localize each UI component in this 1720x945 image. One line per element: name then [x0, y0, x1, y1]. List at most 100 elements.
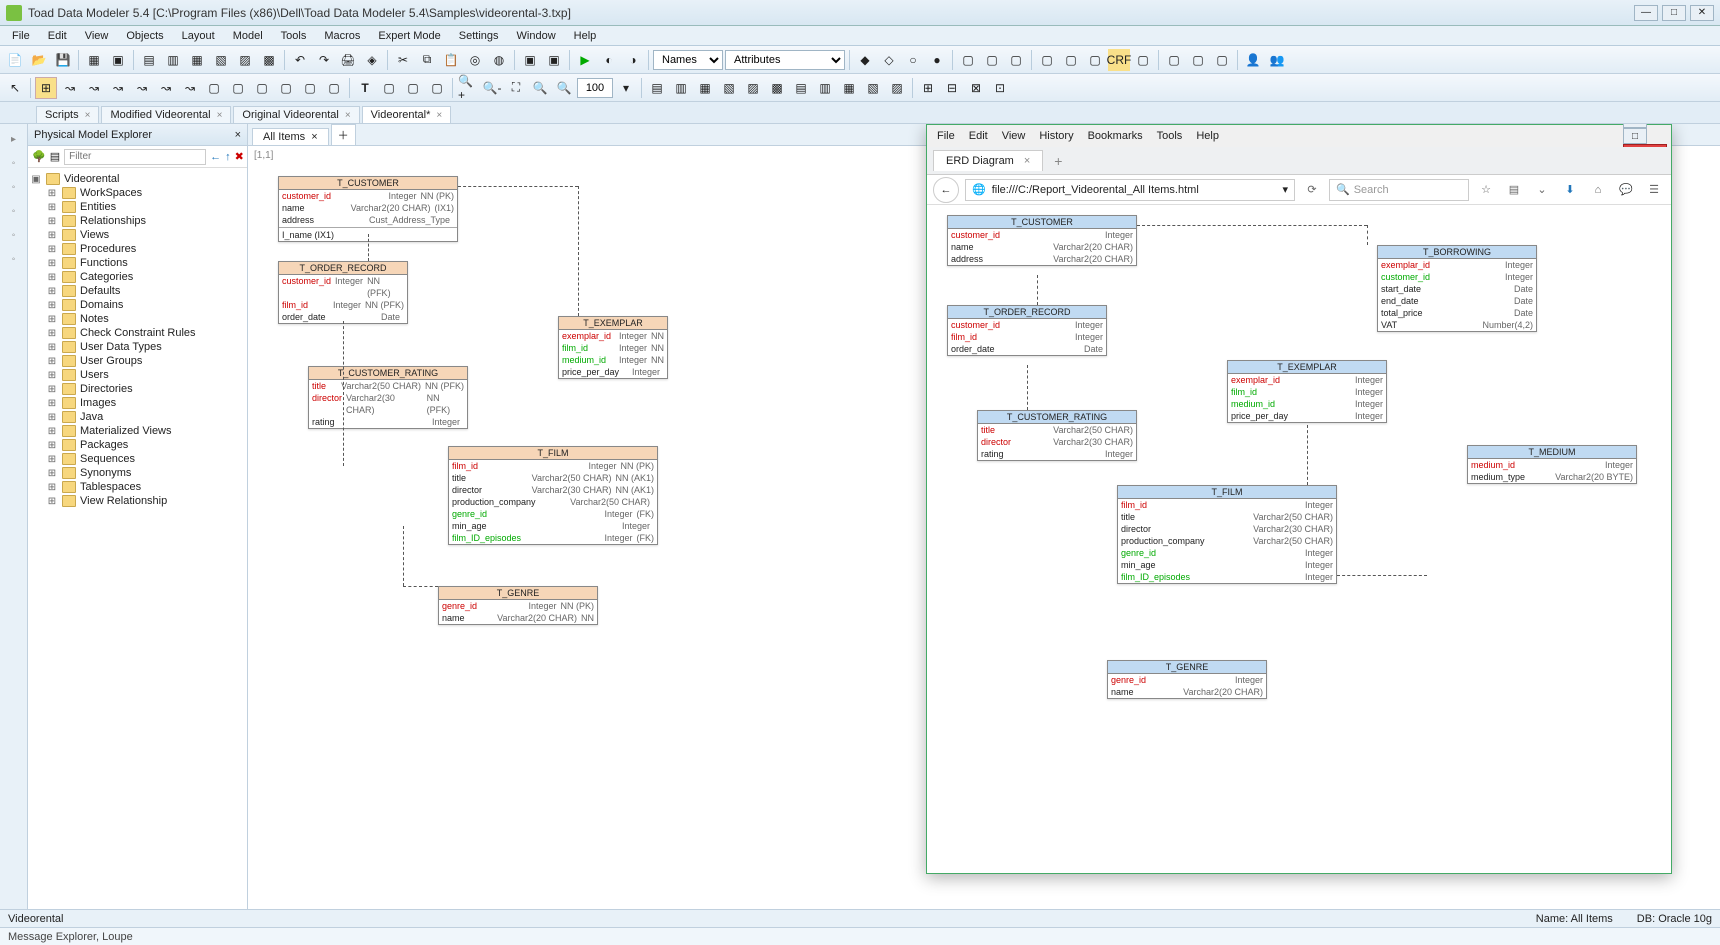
tool-icon[interactable]: ▤ — [138, 49, 160, 71]
tool-icon[interactable]: ↝ — [131, 77, 153, 99]
tool-icon[interactable]: ▢ — [1060, 49, 1082, 71]
entity-T_GENRE[interactable]: T_GENREgenre_idIntegerNN (PK)nameVarchar… — [438, 586, 598, 625]
gutter-icon[interactable]: ◦ — [5, 202, 23, 220]
browser-menu-item[interactable]: View — [996, 128, 1032, 144]
home-icon[interactable]: ⌂ — [1587, 179, 1609, 201]
tool-icon[interactable]: ↝ — [59, 77, 81, 99]
tool-icon[interactable]: ▩ — [258, 49, 280, 71]
tree-node[interactable]: ⊞Defaults — [30, 284, 245, 298]
tree-root[interactable]: ▣Videorental — [30, 172, 245, 186]
gutter-icon[interactable]: ◦ — [5, 226, 23, 244]
grid-icon[interactable]: ⊞ — [917, 77, 939, 99]
menu-model[interactable]: Model — [225, 28, 271, 44]
tool-icon[interactable]: ▣ — [543, 49, 565, 71]
entity-T_FILM[interactable]: T_FILMfilm_idIntegertitleVarchar2(50 CHA… — [1117, 485, 1337, 584]
tool-icon[interactable]: ▢ — [1084, 49, 1106, 71]
entity-T_CUSTOMER[interactable]: T_CUSTOMERcustomer_idIntegerNN (PK)nameV… — [278, 176, 458, 242]
users-icon[interactable]: 👥 — [1266, 49, 1288, 71]
menu-edit[interactable]: Edit — [40, 28, 75, 44]
close-icon[interactable]: × — [311, 131, 317, 143]
run-icon[interactable]: ▶ — [574, 49, 596, 71]
tree-node[interactable]: ⊞WorkSpaces — [30, 186, 245, 200]
tool-icon[interactable]: ○ — [902, 49, 924, 71]
browser-menu-item[interactable]: Bookmarks — [1082, 128, 1149, 144]
reload-icon[interactable]: ⟳ — [1301, 179, 1323, 201]
doc-tab[interactable]: Videorental*× — [362, 106, 452, 123]
gutter-icon[interactable]: ◦ — [5, 250, 23, 268]
entity-T_BORROWING[interactable]: T_BORROWINGexemplar_idIntegercustomer_id… — [1377, 245, 1537, 332]
browser-menu-item[interactable]: Help — [1190, 128, 1225, 144]
tool-icon[interactable]: ▢ — [378, 77, 400, 99]
browser-menu-item[interactable]: Edit — [963, 128, 994, 144]
tree-node[interactable]: ⊞Categories — [30, 270, 245, 284]
menu-icon[interactable]: ☰ — [1643, 179, 1665, 201]
entity-T_ORDER_RECORD[interactable]: T_ORDER_RECORDcustomer_idIntegerfilm_idI… — [947, 305, 1107, 356]
menu-view[interactable]: View — [77, 28, 117, 44]
tool-icon[interactable]: ▢ — [227, 77, 249, 99]
tool-icon[interactable]: ▢ — [275, 77, 297, 99]
align-icon[interactable]: ▧ — [862, 77, 884, 99]
copy-icon[interactable]: ⧉ — [416, 49, 438, 71]
minimize-button[interactable]: — — [1634, 5, 1658, 21]
gutter-icon[interactable]: ▸ — [5, 130, 23, 148]
zoom-fit-icon[interactable]: ⛶ — [505, 77, 527, 99]
tool-icon[interactable]: ◈ — [361, 49, 383, 71]
print-icon[interactable]: 🖨 — [337, 49, 359, 71]
tool-icon[interactable]: ◑ — [622, 49, 644, 71]
grid-icon[interactable]: ⊟ — [941, 77, 963, 99]
grid-icon[interactable]: ⊠ — [965, 77, 987, 99]
tool-icon[interactable]: ▦ — [83, 49, 105, 71]
tree[interactable]: ▣Videorental⊞WorkSpaces⊞Entities⊞Relatio… — [28, 168, 247, 931]
tool-icon[interactable]: ▢ — [1163, 49, 1185, 71]
tool-icon[interactable]: ▧ — [210, 49, 232, 71]
browser-page[interactable]: T_CUSTOMERcustomer_idIntegernameVarchar2… — [927, 205, 1671, 873]
tab-add[interactable]: ＋ — [331, 124, 356, 145]
tool-icon[interactable]: ▢ — [203, 77, 225, 99]
browser-menu-item[interactable]: Tools — [1151, 128, 1189, 144]
gutter-icon[interactable]: ◦ — [5, 178, 23, 196]
zoom-out-icon[interactable]: 🔍- — [481, 77, 503, 99]
align-icon[interactable]: ▧ — [718, 77, 740, 99]
tool-icon[interactable]: ↝ — [107, 77, 129, 99]
entity-T_CUSTOMER_RATING[interactable]: T_CUSTOMER_RATINGtitleVarchar2(50 CHAR)N… — [308, 366, 468, 429]
new-tab-button[interactable]: + — [1047, 150, 1069, 172]
align-icon[interactable]: ▦ — [694, 77, 716, 99]
tree-node[interactable]: ⊞Materialized Views — [30, 424, 245, 438]
entity-T_GENRE[interactable]: T_GENREgenre_idIntegernameVarchar2(20 CH… — [1107, 660, 1267, 699]
back-button[interactable]: ← — [933, 177, 959, 203]
tool-icon[interactable]: CRF — [1108, 49, 1130, 71]
tree-node[interactable]: ⊞Views — [30, 228, 245, 242]
list-icon[interactable]: ▤ — [1503, 179, 1525, 201]
tool-icon[interactable]: ▢ — [299, 77, 321, 99]
menu-settings[interactable]: Settings — [451, 28, 507, 44]
align-icon[interactable]: ▨ — [886, 77, 908, 99]
doc-tab[interactable]: Scripts× — [36, 106, 99, 123]
tree-node[interactable]: ⊞Functions — [30, 256, 245, 270]
tool-icon[interactable]: ↝ — [179, 77, 201, 99]
align-icon[interactable]: ▤ — [790, 77, 812, 99]
menu-macros[interactable]: Macros — [316, 28, 368, 44]
zoom-step-icon[interactable]: ▾ — [615, 77, 637, 99]
tool-icon[interactable]: ◎ — [464, 49, 486, 71]
paste-icon[interactable]: 📋 — [440, 49, 462, 71]
close-icon[interactable]: × — [85, 110, 91, 121]
chat-icon[interactable]: 💬 — [1615, 179, 1637, 201]
align-icon[interactable]: ▥ — [814, 77, 836, 99]
zoom-icon[interactable]: 🔍 — [553, 77, 575, 99]
tool-icon[interactable]: ▢ — [1211, 49, 1233, 71]
align-icon[interactable]: ▩ — [766, 77, 788, 99]
tool-icon[interactable]: ▦ — [186, 49, 208, 71]
tool-icon[interactable]: ▢ — [1005, 49, 1027, 71]
tree-node[interactable]: ⊞Entities — [30, 200, 245, 214]
menu-objects[interactable]: Objects — [118, 28, 171, 44]
browser-menu-item[interactable]: File — [931, 128, 961, 144]
doc-tab[interactable]: Modified Videorental× — [101, 106, 231, 123]
tool-icon[interactable]: ▢ — [251, 77, 273, 99]
open-icon[interactable]: 📂 — [28, 49, 50, 71]
browser-tab[interactable]: ERD Diagram× — [933, 150, 1043, 171]
tool-icon[interactable]: ↝ — [155, 77, 177, 99]
tool-icon[interactable]: ⊞ — [35, 77, 57, 99]
grid-icon[interactable]: ⊡ — [989, 77, 1011, 99]
zoom-input[interactable] — [577, 78, 613, 98]
doc-tab[interactable]: Original Videorental× — [233, 106, 359, 123]
